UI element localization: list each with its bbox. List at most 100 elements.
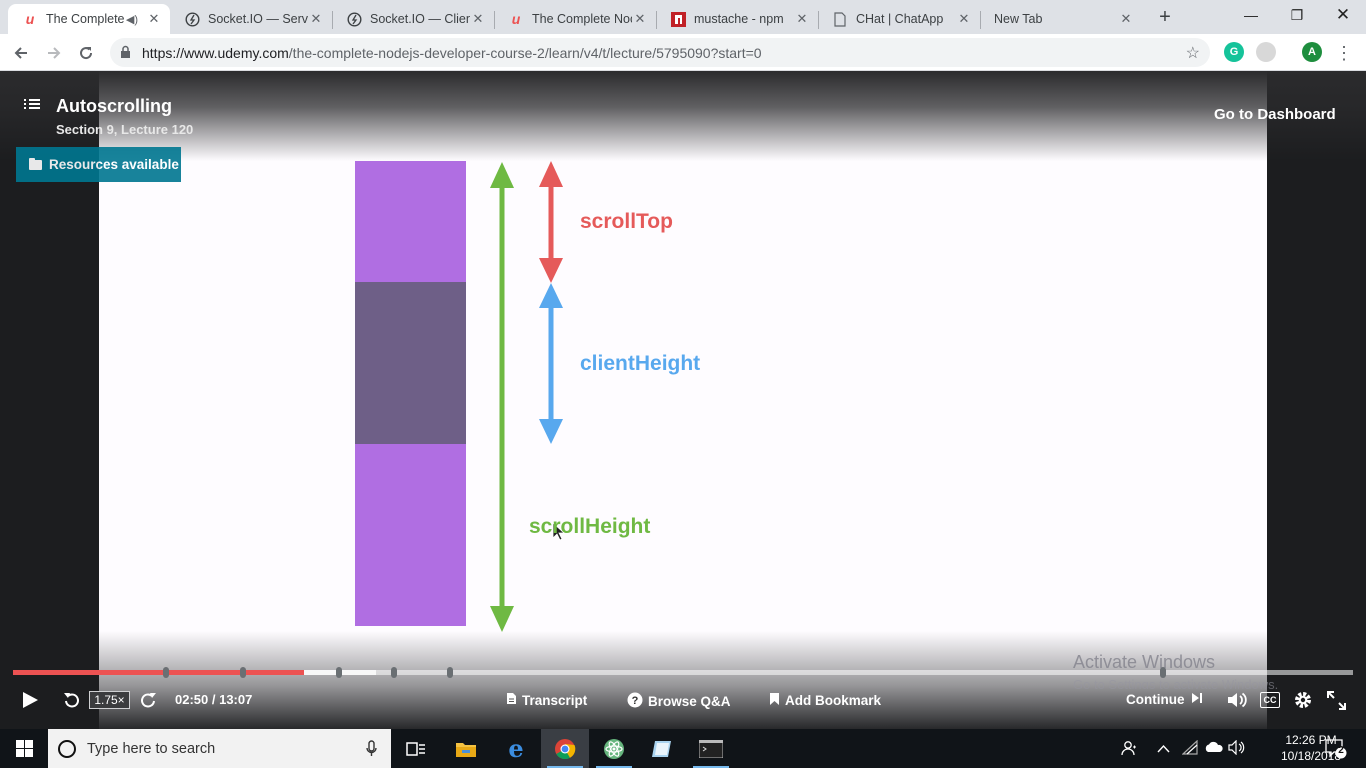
tab-new-tab[interactable]: New Tab ✕ <box>980 4 1142 34</box>
address-bar[interactable]: https://www.udemy.com/the-complete-nodej… <box>110 38 1210 67</box>
edge-app[interactable]: e <box>492 729 540 768</box>
udemy-icon: u <box>25 11 35 27</box>
chrome-icon <box>555 738 576 759</box>
folder-icon <box>456 742 476 757</box>
expand-icon <box>1327 691 1346 710</box>
atom-icon <box>604 738 624 759</box>
taskbar-search[interactable]: Type here to search <box>48 729 391 768</box>
volume-button[interactable] <box>1227 691 1247 709</box>
onedrive-icon[interactable] <box>1204 740 1224 758</box>
notepad-icon <box>652 740 671 757</box>
svg-text:?: ? <box>632 695 639 707</box>
speaker-icon[interactable] <box>1228 739 1246 758</box>
client-height-arrow <box>539 283 563 444</box>
bookmark-star-icon[interactable]: ☆ <box>1186 43 1200 63</box>
chapter-marker[interactable] <box>335 667 342 678</box>
play-button[interactable] <box>21 691 39 709</box>
settings-button[interactable] <box>1293 690 1313 710</box>
atom-app[interactable] <box>590 729 638 768</box>
tab-title: The Complete Noc <box>532 12 632 26</box>
playback-time: 02:50 / 13:07 <box>175 692 253 707</box>
client-height-label: clientHeight <box>580 352 701 375</box>
task-view-button[interactable] <box>392 729 440 768</box>
video-player[interactable]: scrollTop clientHeight scrollHeight Auto… <box>0 71 1366 729</box>
task-view-icon <box>406 741 425 756</box>
url-host: https://www.udemy.com <box>142 44 289 61</box>
progress-bar[interactable] <box>13 667 1353 678</box>
tab-mustache-npm[interactable]: mustache - npm ✕ <box>656 4 818 34</box>
close-tab-icon[interactable]: ✕ <box>470 11 486 27</box>
chapter-marker[interactable] <box>1159 667 1166 678</box>
scroll-top-label: scrollTop <box>580 210 673 233</box>
add-bookmark-button[interactable]: Add Bookmark <box>769 692 881 709</box>
browse-qa-button[interactable]: ? Browse Q&A <box>627 692 731 711</box>
play-icon <box>23 692 38 708</box>
reload-icon <box>80 47 93 60</box>
question-icon: ? <box>627 692 643 711</box>
url-path: /the-complete-nodejs-developer-course-2/… <box>288 44 762 61</box>
chapter-marker[interactable] <box>446 667 453 678</box>
socketio-icon <box>184 11 200 27</box>
close-tab-icon[interactable]: ✕ <box>146 11 162 27</box>
skip-next-icon <box>1191 692 1203 707</box>
transcript-button[interactable]: Transcript <box>506 692 587 708</box>
continue-button[interactable]: Continue <box>1126 692 1203 707</box>
chrome-menu-icon[interactable]: ⋮ <box>1330 39 1358 67</box>
audio-playing-icon[interactable]: ◀) <box>126 13 138 26</box>
extension-icon[interactable] <box>1256 42 1276 62</box>
fullscreen-button[interactable] <box>1327 691 1346 710</box>
command-prompt-app[interactable] <box>687 729 735 768</box>
tab-chatapp[interactable]: CHat | ChatApp ✕ <box>818 4 980 34</box>
rewind-button[interactable] <box>63 691 80 708</box>
course-content-menu-icon[interactable] <box>24 97 40 111</box>
forward-button[interactable] <box>40 39 68 67</box>
close-tab-icon[interactable]: ✕ <box>1118 11 1134 27</box>
folder-icon <box>29 157 42 170</box>
chapter-marker[interactable] <box>162 667 169 678</box>
windows-start-button[interactable] <box>0 729 48 768</box>
tab-udemy-2[interactable]: u The Complete Noc ✕ <box>494 4 656 34</box>
tab-title: Socket.IO — Serve <box>208 12 308 26</box>
fast-forward-icon <box>141 693 156 708</box>
playback-speed-button[interactable]: 1.75× <box>89 691 130 709</box>
forward-button[interactable] <box>140 691 157 708</box>
closed-captions-icon[interactable]: CC <box>1260 692 1280 708</box>
action-center-icon[interactable]: 2 <box>1325 739 1347 762</box>
microphone-icon[interactable] <box>366 740 377 761</box>
cortana-icon <box>58 739 76 758</box>
chrome-app[interactable] <box>541 729 589 768</box>
back-button[interactable] <box>7 39 35 67</box>
npm-icon <box>670 11 686 27</box>
chapter-marker[interactable] <box>390 667 397 678</box>
new-tab-button[interactable]: + <box>1154 6 1176 28</box>
resources-available-button[interactable]: Resources available <box>16 147 181 182</box>
file-explorer-app[interactable] <box>442 729 490 768</box>
close-tab-icon[interactable]: ✕ <box>794 11 810 27</box>
profile-avatar[interactable]: A <box>1302 42 1322 62</box>
lecture-title: Autoscrolling <box>56 96 172 116</box>
gear-icon <box>1295 692 1311 708</box>
windows-logo-icon <box>15 740 33 757</box>
close-tab-icon[interactable]: ✕ <box>308 11 324 27</box>
udemy-icon: u <box>511 11 521 27</box>
restore-button[interactable]: ❐ <box>1274 0 1320 30</box>
notes-app[interactable] <box>638 729 686 768</box>
network-icon[interactable] <box>1181 739 1199 758</box>
video-frame[interactable]: scrollTop clientHeight scrollHeight <box>99 71 1267 729</box>
people-icon[interactable] <box>1121 740 1137 759</box>
go-to-dashboard-link[interactable]: Go to Dashboard <box>1214 106 1336 123</box>
tab-socketio-server[interactable]: Socket.IO — Serve ✕ <box>170 4 332 34</box>
chapter-marker[interactable] <box>240 667 247 678</box>
reload-button[interactable] <box>72 39 100 67</box>
show-hidden-icons-chevron-icon[interactable] <box>1157 740 1170 756</box>
close-tab-icon[interactable]: ✕ <box>956 11 972 27</box>
tab-socketio-client[interactable]: Socket.IO — Client ✕ <box>332 4 494 34</box>
close-tab-icon[interactable]: ✕ <box>632 11 648 27</box>
tab-udemy-active[interactable]: u The Complete ◀) ✕ <box>8 4 170 34</box>
close-window-button[interactable]: ✕ <box>1320 0 1366 30</box>
minimize-button[interactable]: — <box>1228 0 1274 30</box>
lock-icon <box>120 45 134 61</box>
grammarly-extension-icon[interactable]: G <box>1224 42 1244 62</box>
terminal-icon <box>699 739 723 758</box>
tab-title: CHat | ChatApp <box>856 12 944 26</box>
